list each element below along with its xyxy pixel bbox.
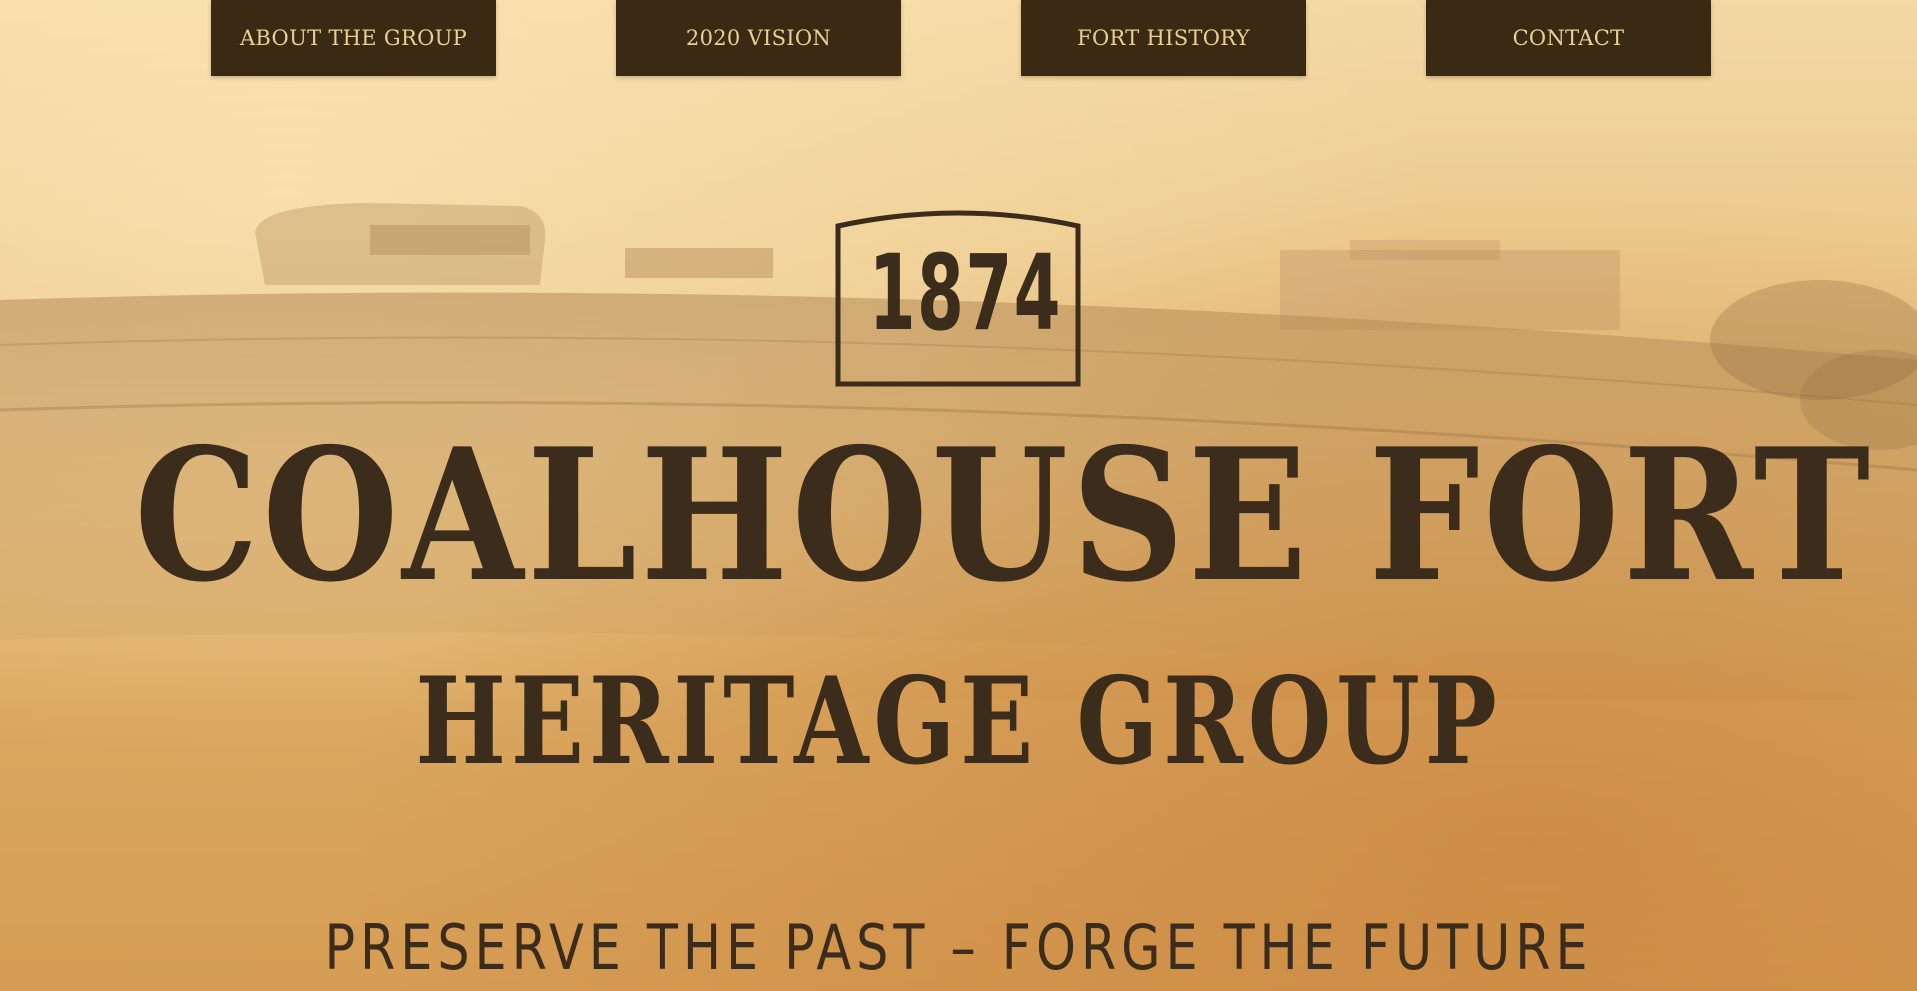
site-subtitle: HERITAGE GROUP [415, 651, 1502, 792]
year-badge: 1874 [834, 208, 1082, 388]
nav-2020-vision-label: 2020 VISION [685, 26, 832, 50]
year-text: 1874 [868, 232, 1062, 354]
nav-about-the-group[interactable]: ABOUT THE GROUP [211, 0, 496, 76]
tagline: PRESERVE THE PAST – FORGE THE FUTURE [324, 911, 1593, 984]
nav-contact-label: CONTACT [1512, 26, 1625, 50]
nav-2020-vision[interactable]: 2020 VISION [616, 0, 901, 76]
nav-contact[interactable]: CONTACT [1426, 0, 1711, 76]
nav-about-the-group-label: ABOUT THE GROUP [239, 26, 468, 50]
main-navigation: ABOUT THE GROUP 2020 VISION FORT HISTORY… [0, 0, 1917, 76]
nav-fort-history-label: FORT HISTORY [1077, 26, 1250, 50]
nav-fort-history[interactable]: FORT HISTORY [1021, 0, 1306, 76]
site-title: COALHOUSE FORT [134, 408, 1874, 622]
